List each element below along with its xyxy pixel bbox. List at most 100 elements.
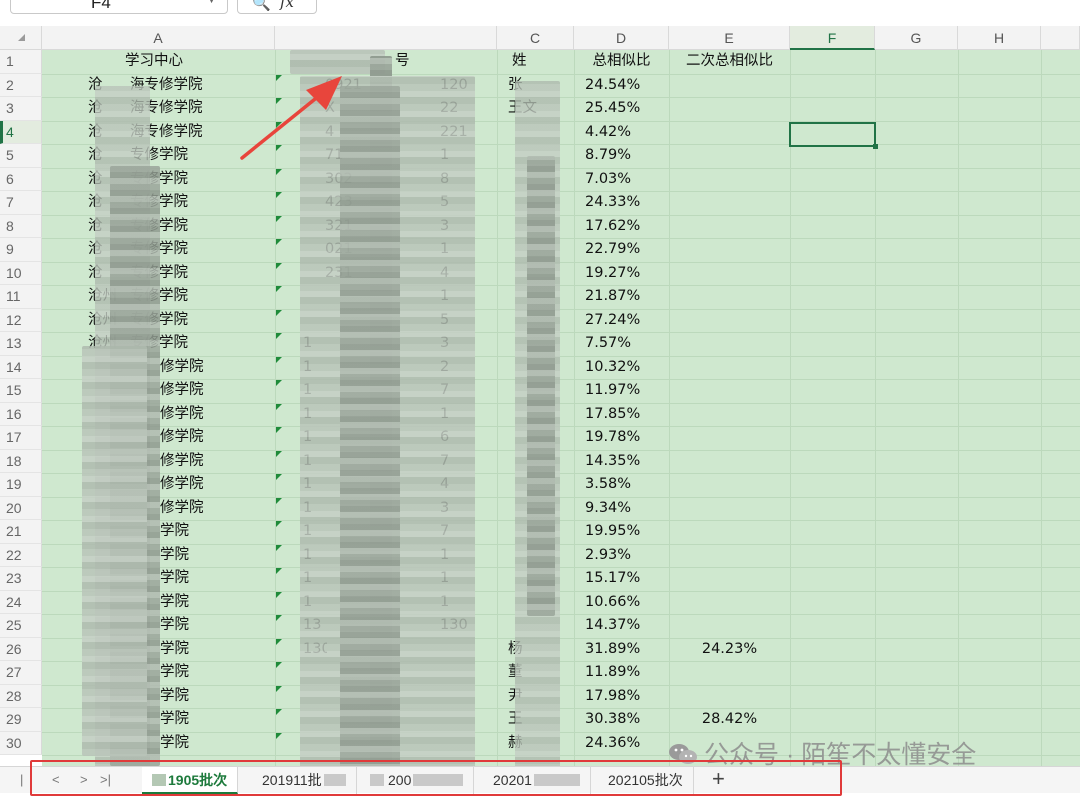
redaction-block [82, 346, 147, 756]
cell-d21: 19.95% [585, 523, 641, 539]
cell-d9: 22.79% [585, 241, 641, 257]
column-header-e[interactable]: E [669, 26, 790, 50]
cell-a-fragment: 修学院 [160, 499, 204, 516]
column-header-f[interactable]: F [790, 26, 875, 50]
row-header-3[interactable]: 3 [0, 97, 42, 121]
formula-tools: 🔍 fx [237, 0, 317, 14]
cell-d30: 24.36% [585, 734, 641, 751]
cell-e29: 28.42% [701, 711, 758, 727]
row-header-24[interactable]: 24 [0, 590, 42, 614]
row-header-17[interactable]: 17 [0, 426, 42, 450]
row-header-22[interactable]: 22 [0, 543, 42, 567]
cell-a-fragment: 学院 [160, 640, 189, 657]
text-number-indicator [276, 309, 282, 316]
text-number-indicator [276, 192, 282, 198]
cell-d19: 3.58% [585, 476, 632, 492]
row-header-30[interactable]: 30 [0, 731, 42, 755]
select-all-corner[interactable] [0, 26, 42, 50]
cell-a-fragment: 学院 [160, 617, 189, 633]
cell-a-fragment: 学院 [160, 664, 189, 680]
cell-d28: 17.98% [585, 687, 641, 704]
header-similarity: 总相似比 [592, 53, 651, 69]
cell-d8: 17.62% [585, 217, 641, 234]
header-id-number: 号 [395, 53, 410, 69]
row-header-16[interactable]: 16 [0, 402, 42, 426]
cell-d4: 4.42% [585, 123, 632, 140]
zoom-icon[interactable]: 🔍 [252, 0, 271, 12]
cell-d12: 27.24% [585, 311, 641, 328]
cell-a-fragment: 修学院 [160, 358, 204, 375]
column-header-b[interactable] [275, 26, 497, 50]
spreadsheet-grid[interactable]: A C D E F G H 1 2 3 4 5 6 7 8 9 10 11 12 13 14 15 16 17 1… [0, 26, 1080, 776]
text-number-indicator [276, 98, 282, 104]
cell-d17: 19.78% [585, 429, 641, 445]
chevron-down-icon[interactable]: ▼ [206, 0, 217, 6]
text-number-indicator [276, 215, 282, 222]
first-sheet-button[interactable]: | [20, 772, 23, 787]
cell-e26: 24.23% [701, 640, 758, 657]
row-header-11[interactable]: 11 [0, 285, 42, 309]
cell-d16: 17.85% [585, 405, 641, 422]
cell-d7: 24.33% [585, 194, 641, 210]
row-header-13[interactable]: 13 [0, 332, 42, 356]
row-header-25[interactable]: 25 [0, 614, 42, 638]
row-header-2[interactable]: 2 [0, 73, 42, 97]
cell-d6: 7.03% [585, 170, 632, 187]
row-header-26[interactable]: 26 [0, 637, 42, 661]
text-number-indicator [276, 121, 282, 128]
row-header-14[interactable]: 14 [0, 355, 42, 379]
selected-cell-f4[interactable] [789, 122, 878, 149]
cell-a-fragment: 学院 [160, 570, 189, 586]
cell-d3: 25.45% [585, 100, 641, 116]
row-header-29[interactable]: 29 [0, 708, 42, 732]
cell-d20: 9.34% [585, 499, 632, 516]
cell-d27: 11.89% [585, 664, 641, 680]
text-number-indicator [276, 262, 282, 269]
row-header-9[interactable]: 9 [0, 238, 42, 262]
cell-d29: 30.38% [585, 711, 641, 727]
name-box[interactable]: F4 ▼ [10, 0, 228, 14]
cell-d10: 19.27% [585, 264, 641, 281]
cell-a-fragment: 学院 [160, 593, 189, 610]
row-header-8[interactable]: 8 [0, 214, 42, 238]
row-header-19[interactable]: 19 [0, 473, 42, 497]
row-header-6[interactable]: 6 [0, 167, 42, 191]
redaction-block [527, 156, 555, 616]
row-header-10[interactable]: 10 [0, 261, 42, 285]
row-header-15[interactable]: 15 [0, 379, 42, 403]
row-header-18[interactable]: 18 [0, 449, 42, 473]
row-header-28[interactable]: 28 [0, 684, 42, 708]
cell-a-fragment: 修学院 [160, 405, 204, 422]
cell-a-fragment: 修学院 [160, 382, 204, 398]
column-header-d[interactable]: D [574, 26, 669, 50]
row-header-4[interactable]: 4 [0, 120, 42, 144]
cell-a-fragment: 修学院 [160, 452, 204, 469]
row-header-1[interactable]: 1 [0, 50, 42, 74]
row-header-21[interactable]: 21 [0, 520, 42, 544]
fx-button[interactable]: fx [280, 0, 294, 11]
column-header-g[interactable]: G [875, 26, 958, 50]
cell-d11: 21.87% [585, 288, 641, 304]
row-header-27[interactable]: 27 [0, 661, 42, 685]
row-header-7[interactable]: 7 [0, 191, 42, 215]
cell-a-fragment: 学院 [160, 711, 189, 727]
row-header-5[interactable]: 5 [0, 144, 42, 168]
row-header-12[interactable]: 12 [0, 308, 42, 332]
column-header-c[interactable]: C [497, 26, 574, 50]
column-header-h[interactable]: H [958, 26, 1041, 50]
row-header-23[interactable]: 23 [0, 567, 42, 591]
cell-d26: 31.89% [585, 640, 641, 657]
cell-d14: 10.32% [585, 358, 641, 375]
cell-d23: 15.17% [585, 570, 641, 586]
row-header-20[interactable]: 20 [0, 496, 42, 520]
annotation-highlight-box [30, 760, 842, 796]
text-number-indicator [276, 74, 282, 81]
cell-a-fragment: 学院 [160, 687, 189, 704]
cell-a-fragment: 修学院 [160, 476, 204, 492]
text-number-indicator [276, 239, 282, 245]
column-header-next[interactable] [1041, 26, 1080, 50]
name-box-value: F4 [91, 0, 111, 12]
column-header-a[interactable]: A [42, 26, 275, 50]
cell-d24: 10.66% [585, 593, 641, 610]
cell-d13: 7.57% [585, 335, 632, 351]
